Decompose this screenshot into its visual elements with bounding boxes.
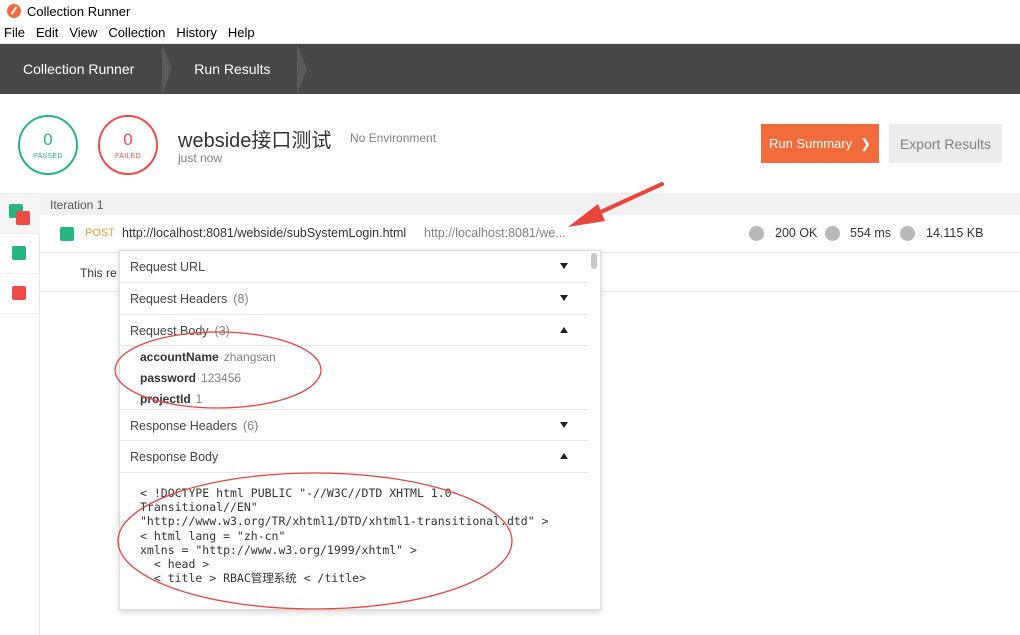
section-response-body[interactable]: Response Body: [120, 441, 588, 473]
breadcrumb-separator-icon: [162, 44, 173, 94]
response-size: 14.115 KB: [926, 226, 984, 240]
breadcrumb-run-results[interactable]: Run Results: [172, 44, 292, 94]
menu-bar: File Edit View Collection History Help: [0, 22, 1020, 44]
section-request-url[interactable]: Request URL: [120, 251, 588, 283]
request-pass-icon: [60, 227, 74, 241]
collection-name: webside接口测试: [178, 130, 332, 152]
body-param: password 123456: [140, 371, 241, 385]
fail-status-icon: [16, 211, 30, 225]
rail-item-passed[interactable]: [0, 234, 40, 274]
request-details-popup: Request URL Request Headers (8) Request B…: [119, 250, 601, 610]
passed-counter: 0 PASSED: [18, 115, 78, 175]
section-title: Request Headers: [130, 292, 228, 306]
fail-status-icon: [12, 286, 26, 300]
failed-count: 0: [123, 129, 133, 149]
param-value: 123456: [201, 371, 242, 385]
pass-status-icon: [12, 246, 26, 260]
run-summary-label: Run Summary: [769, 136, 853, 151]
response-status: 200 OK: [775, 226, 818, 240]
popup-scrollbar[interactable]: [591, 253, 597, 269]
passed-count: 0: [43, 129, 53, 149]
section-response-headers[interactable]: Response Headers (6): [120, 409, 588, 441]
section-title: Request Body: [130, 324, 209, 338]
request-name: http://localhost:8081/webside/subSystemL…: [122, 226, 407, 240]
section-title: Response Body: [130, 450, 219, 464]
body-param: accountName zhangsan: [140, 350, 276, 364]
time-dot-icon: [825, 226, 840, 241]
param-key: accountName: [140, 350, 219, 364]
menu-view[interactable]: View: [69, 25, 97, 40]
request-row[interactable]: POST http://localhost:8081/webside/subSy…: [40, 215, 1020, 253]
chevron-down-icon[interactable]: [560, 295, 568, 301]
section-count: (8): [233, 292, 249, 306]
failed-counter: 0 FAILED: [98, 115, 158, 175]
failed-label: FAILED: [115, 152, 141, 160]
param-key: password: [140, 371, 197, 385]
status-dot-icon: [749, 226, 764, 241]
response-time: 554 ms: [850, 226, 891, 240]
section-count: (3): [214, 324, 230, 338]
request-url[interactable]: http://localhost:8081/we...: [424, 226, 566, 240]
body-param: projectId 1: [140, 392, 202, 406]
chevron-down-icon[interactable]: [560, 263, 568, 269]
run-summary-header: 0 PASSED 0 FAILED webside接口测试 No Environ…: [0, 94, 1020, 194]
param-value: 1: [195, 392, 203, 406]
chevron-down-icon[interactable]: [560, 422, 568, 428]
section-title: Request URL: [130, 260, 206, 274]
chevron-up-icon[interactable]: [560, 327, 568, 333]
chevron-up-icon[interactable]: [560, 453, 568, 459]
window-title: Collection Runner: [27, 3, 131, 19]
breadcrumb: Collection Runner Run Results: [0, 44, 1020, 94]
menu-help[interactable]: Help: [228, 25, 255, 40]
export-results-button[interactable]: Export Results: [889, 124, 1002, 163]
title-bar: Collection Runner: [0, 0, 1020, 22]
menu-file[interactable]: File: [4, 25, 25, 40]
rail-item-failed[interactable]: [0, 274, 40, 314]
iteration-header: Iteration 1: [40, 194, 1020, 215]
environment-label: No Environment: [350, 131, 437, 145]
menu-history[interactable]: History: [176, 25, 216, 40]
size-dot-icon: [900, 226, 915, 241]
chevron-right-icon: ❯: [860, 135, 871, 151]
param-key: projectId: [140, 392, 191, 406]
breadcrumb-separator-icon: [296, 44, 307, 94]
rail-item-iteration[interactable]: [0, 194, 40, 234]
request-method: POST: [85, 227, 115, 239]
test-result-text: This re: [80, 266, 117, 280]
run-time-label: just now: [178, 151, 223, 165]
param-value: zhangsan: [223, 350, 276, 364]
menu-collection[interactable]: Collection: [108, 25, 165, 40]
section-request-body[interactable]: Request Body (3): [120, 315, 588, 347]
section-count: (6): [243, 419, 259, 433]
section-request-headers[interactable]: Request Headers (8): [120, 283, 588, 315]
response-body-content: < !DOCTYPE html PUBLIC "-//W3C//DTD XHTM…: [140, 486, 549, 586]
iteration-label: Iteration 1: [50, 198, 104, 212]
passed-label: PASSED: [33, 152, 63, 160]
iteration-rail: [0, 194, 40, 635]
run-summary-button[interactable]: Run Summary ❯: [761, 124, 879, 163]
section-title: Response Headers: [130, 419, 238, 433]
menu-edit[interactable]: Edit: [36, 25, 58, 40]
postman-logo-icon: [7, 4, 21, 18]
breadcrumb-collection-runner[interactable]: Collection Runner: [0, 44, 162, 94]
